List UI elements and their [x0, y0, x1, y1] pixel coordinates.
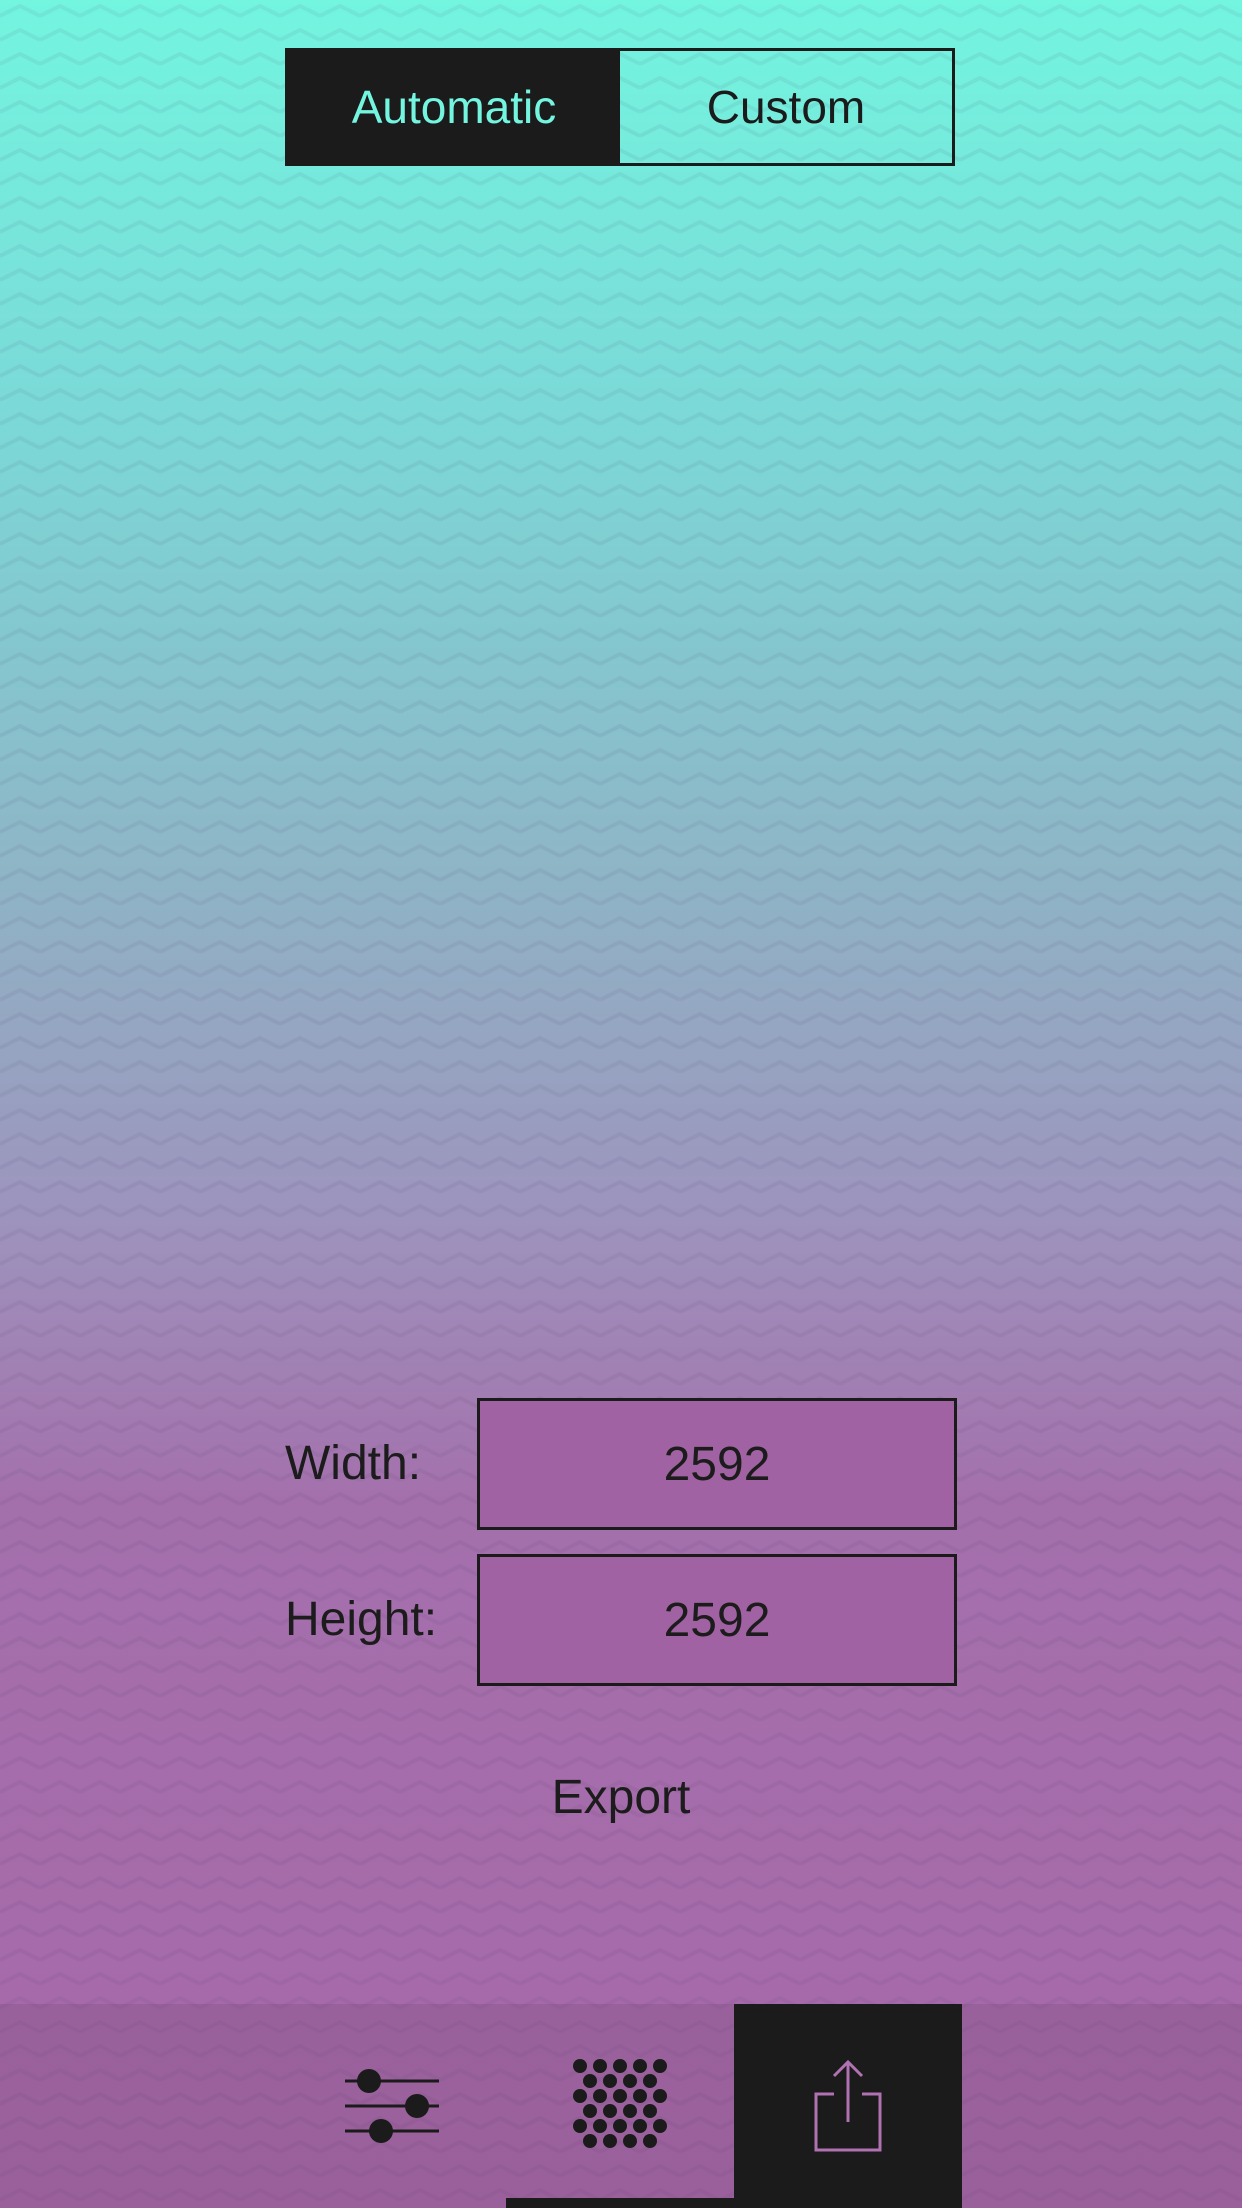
- mode-segmented-control: Automatic Custom: [285, 48, 955, 166]
- automatic-mode-button[interactable]: Automatic: [288, 51, 620, 163]
- tab-adjustments[interactable]: [278, 2004, 506, 2208]
- share-icon: [814, 2059, 882, 2152]
- height-label: Height:: [285, 1593, 438, 1646]
- tab-share[interactable]: [734, 2004, 962, 2208]
- width-row: Width: 2592: [285, 1398, 957, 1530]
- bottom-tab-bar: [0, 2004, 1242, 2208]
- zigzag-background-pattern: [0, 0, 1242, 2208]
- dot-pattern-icon: [573, 2059, 667, 2148]
- custom-mode-button[interactable]: Custom: [620, 51, 952, 163]
- export-button[interactable]: Export: [0, 1770, 1242, 1825]
- height-row: Height: 2592: [285, 1554, 957, 1686]
- width-input[interactable]: 2592: [477, 1398, 957, 1530]
- sliders-icon: [345, 2069, 439, 2143]
- height-input[interactable]: 2592: [477, 1554, 957, 1686]
- width-label: Width:: [285, 1437, 422, 1490]
- tab-selection-indicator: [506, 2198, 736, 2208]
- tab-pattern[interactable]: [506, 2004, 734, 2208]
